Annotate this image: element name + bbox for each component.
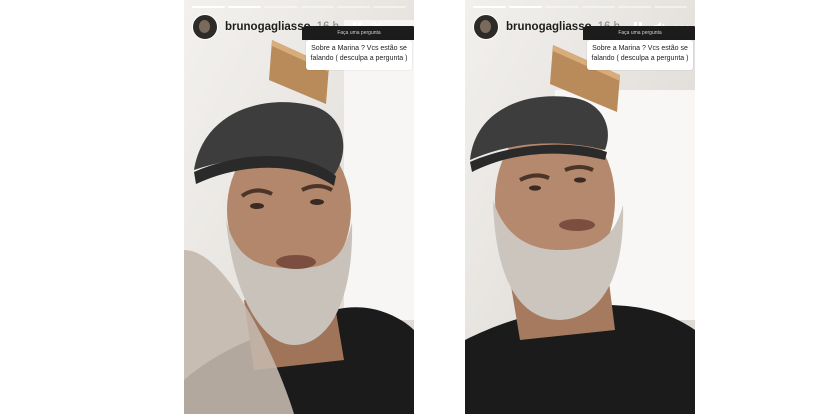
progress-segment <box>617 6 651 8</box>
username[interactable]: brunogagliasso <box>225 21 311 33</box>
progress-segment <box>473 6 507 8</box>
question-sticker-header: Faça uma pergunta <box>302 26 414 40</box>
avatar[interactable] <box>192 14 218 40</box>
avatar[interactable] <box>473 14 499 40</box>
story-frame-2[interactable]: brunogagliasso 16 h Faça uma pergunta So… <box>465 0 695 414</box>
username[interactable]: brunogagliasso <box>506 21 592 33</box>
progress-segment <box>581 6 615 8</box>
question-text: Sobre a Marina ? Vcs estão se falando ( … <box>591 45 689 62</box>
question-text: Sobre a Marina ? Vcs estão se falando ( … <box>310 45 408 62</box>
question-sticker-header: Faça uma pergunta <box>583 26 695 40</box>
story-progress-bar <box>473 6 688 8</box>
progress-segment <box>300 6 334 8</box>
progress-segment <box>264 6 298 8</box>
story-progress-bar <box>192 6 407 8</box>
progress-segment <box>228 6 262 8</box>
story-frame-1[interactable]: brunogagliasso 16 h Faça uma pergunta So… <box>184 0 414 414</box>
progress-segment <box>192 6 226 8</box>
progress-segment <box>545 6 579 8</box>
progress-segment <box>509 6 543 8</box>
progress-segment <box>372 6 407 8</box>
question-sticker[interactable]: Sobre a Marina ? Vcs estão se falando ( … <box>306 40 412 70</box>
question-sticker[interactable]: Sobre a Marina ? Vcs estão se falando ( … <box>587 40 693 70</box>
progress-segment <box>653 6 688 8</box>
progress-segment <box>336 6 370 8</box>
